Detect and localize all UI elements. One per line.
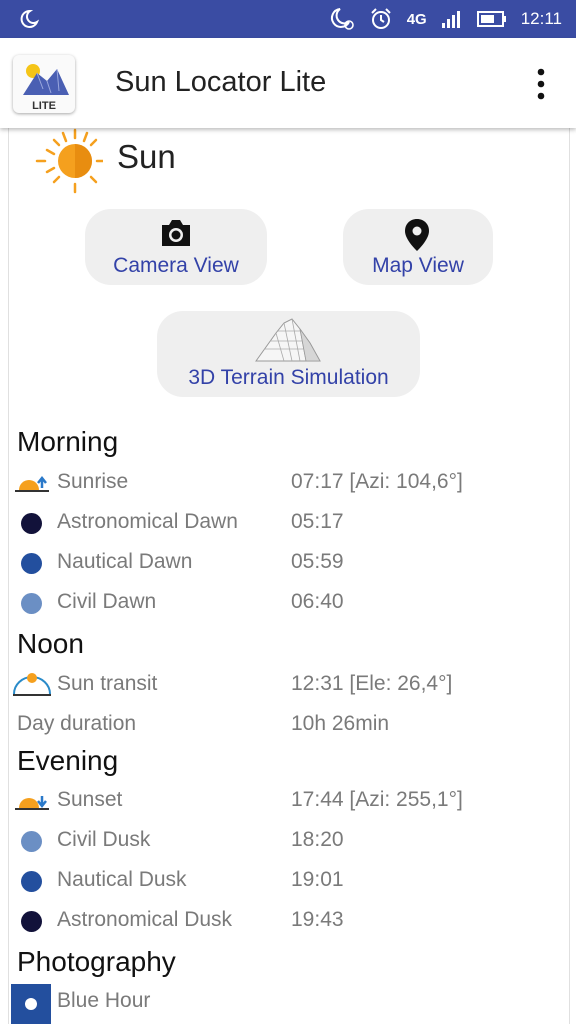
- civil-dawn-label: Civil Dawn: [57, 590, 157, 613]
- day-duration-value: 10h 26min: [291, 712, 390, 735]
- astronomical-dawn-dot-icon: [21, 513, 42, 534]
- camera-view-button[interactable]: Camera View: [85, 209, 267, 285]
- astronomical-dusk-label: Astronomical Dusk: [57, 908, 233, 931]
- camera-view-label: Camera View: [113, 254, 239, 277]
- astronomical-dusk-dot-icon: [21, 911, 42, 932]
- sunrise-value: 07:17 [Azi: 104,6°]: [291, 470, 463, 493]
- nautical-dawn-dot-icon: [21, 553, 42, 574]
- terrain-mesh-icon: [255, 318, 321, 362]
- astronomical-dawn-value: 05:17: [291, 510, 344, 533]
- blue-hour-dot: [25, 998, 37, 1010]
- nautical-dusk-dot-icon: [21, 871, 42, 892]
- status-time: 12:11: [520, 9, 562, 28]
- nautical-dawn-value: 05:59: [291, 550, 344, 573]
- sunrise-icon: [15, 475, 49, 492]
- section-evening-heading: Evening: [17, 745, 119, 776]
- section-photography-heading: Photography: [17, 946, 176, 977]
- moon-alarm-icon: [330, 8, 354, 30]
- map-view-button[interactable]: Map View: [343, 209, 493, 285]
- blue-hour-icon: [11, 984, 51, 1024]
- logo-badge: LITE: [32, 100, 56, 112]
- sunrise-label: Sunrise: [57, 470, 129, 493]
- terrain-simulation-label: 3D Terrain Simulation: [188, 366, 389, 389]
- section-morning-heading: Morning: [17, 426, 119, 457]
- civil-dusk-value: 18:20: [291, 828, 344, 851]
- day-duration-label: Day duration: [17, 712, 137, 735]
- terrain-simulation-button[interactable]: 3D Terrain Simulation: [157, 311, 420, 397]
- signal-icon: [441, 11, 460, 28]
- moon-notification-icon: [20, 9, 40, 28]
- civil-dusk-label: Civil Dusk: [57, 828, 151, 851]
- main-content: Sun Camera View Map View 3D Terrain Simu…: [8, 128, 570, 1024]
- astronomical-dawn-label: Astronomical Dawn: [57, 510, 238, 533]
- nautical-dawn-label: Nautical Dawn: [57, 550, 193, 573]
- civil-dusk-dot-icon: [21, 831, 42, 852]
- mountain-logo-icon: LITE: [23, 64, 69, 112]
- civil-dawn-dot-icon: [21, 593, 42, 614]
- map-view-label: Map View: [372, 254, 464, 277]
- civil-dawn-value: 06:40: [291, 590, 344, 613]
- app-logo: LITE: [13, 55, 75, 113]
- blue-hour-label: Blue Hour: [57, 989, 151, 1012]
- page-title: Sun: [117, 138, 176, 175]
- camera-icon: [162, 220, 190, 246]
- map-pin-icon: [405, 219, 429, 251]
- status-bar: 4G 12:11: [0, 0, 576, 38]
- astronomical-dusk-value: 19:43: [291, 908, 344, 931]
- sunset-icon: [15, 796, 49, 810]
- app-bar: LITE Sun Locator Lite: [0, 38, 576, 128]
- section-noon-heading: Noon: [17, 628, 84, 659]
- more-vert-icon[interactable]: [526, 66, 556, 102]
- sunset-value: 17:44 [Azi: 255,1°]: [291, 788, 463, 811]
- app-title: Sun Locator Lite: [115, 66, 327, 98]
- sun-transit-icon: [13, 673, 51, 696]
- sun-icon: [35, 128, 103, 194]
- nautical-dusk-label: Nautical Dusk: [57, 868, 187, 891]
- battery-icon: [476, 11, 506, 27]
- sun-transit-value: 12:31 [Ele: 26,4°]: [291, 672, 453, 695]
- alarm-clock-icon: [370, 8, 391, 29]
- sunset-label: Sunset: [57, 788, 123, 811]
- network-type: 4G: [406, 10, 427, 28]
- sun-transit-label: Sun transit: [57, 672, 158, 695]
- nautical-dusk-value: 19:01: [291, 868, 344, 891]
